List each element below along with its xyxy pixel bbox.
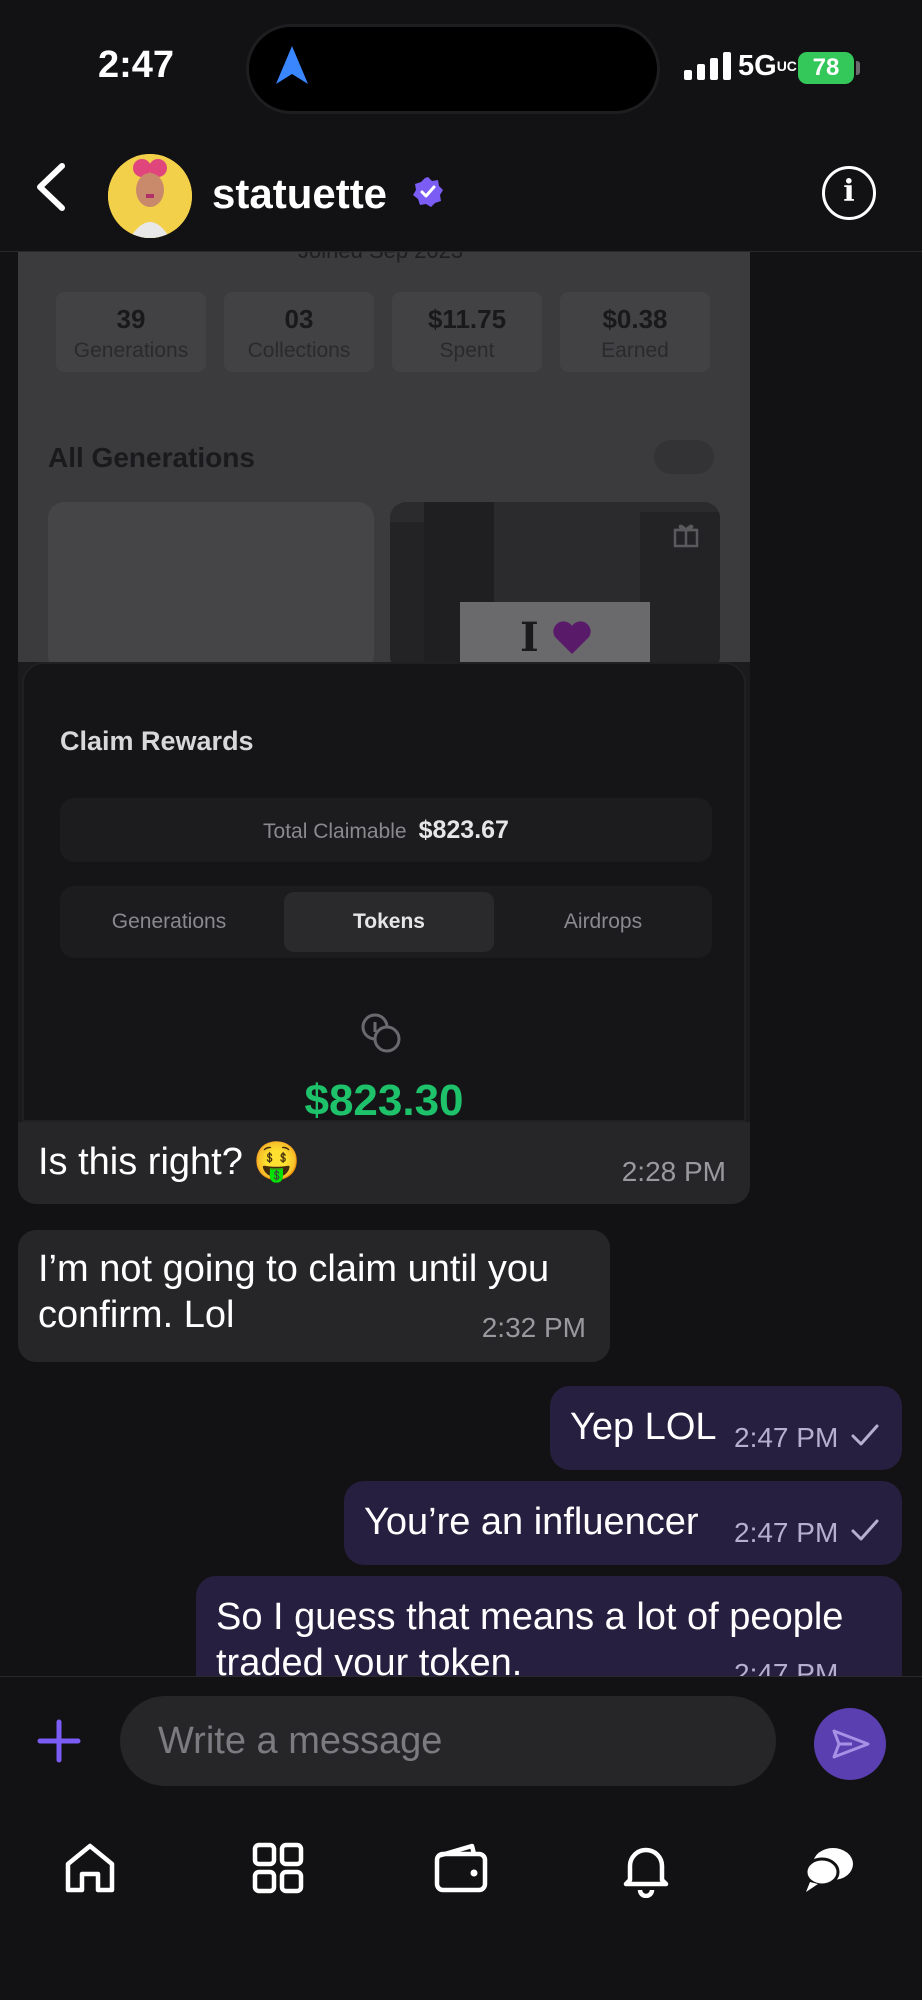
tab-airdrops: Airdrops xyxy=(563,910,643,933)
claim-rewards-sheet: Claim Rewards Total Claimable $823.67 Gen… xyxy=(22,662,746,1122)
message-text: You’re an influencer xyxy=(364,1501,699,1543)
image-attachment[interactable]: Joined Sep 2023 39Generations 03Collecti… xyxy=(18,252,750,1122)
avatar[interactable] xyxy=(108,154,192,238)
status-time: 2:47 xyxy=(98,44,175,86)
message-text-line1: I’m not going to claim until you xyxy=(38,1248,550,1290)
view-toggle xyxy=(654,440,714,474)
generation-card xyxy=(48,502,374,672)
message-text-line1: So I guess that means a lot of people xyxy=(216,1596,844,1638)
reward-tabs: Generations Tokens Airdrops xyxy=(60,886,712,958)
coins-icon xyxy=(360,1012,402,1059)
wallet-icon[interactable] xyxy=(432,1840,490,1901)
message-time: 2:28 PM xyxy=(621,1156,726,1187)
message-bubble-outgoing[interactable]: Yep LOL 2:47 PM xyxy=(550,1386,902,1470)
verified-badge-icon xyxy=(412,176,444,213)
stat-spent: $11.75 Spent xyxy=(392,292,542,372)
tab-tokens: Tokens xyxy=(284,892,494,952)
message-bubble-incoming[interactable]: Is this right? 🤑 2:28 PM xyxy=(18,1122,750,1204)
network-label: 5GUC xyxy=(738,50,797,82)
grid-icon[interactable] xyxy=(250,1840,306,1901)
tab-generations: Generations xyxy=(111,910,227,933)
sent-check-icon xyxy=(850,1517,880,1548)
sent-check-icon xyxy=(850,1422,880,1453)
message-time: 2:47 PM xyxy=(734,1422,839,1453)
battery-tip xyxy=(856,61,860,75)
message-bubble-outgoing[interactable]: You’re an influencer 2:47 PM xyxy=(344,1481,902,1565)
battery-indicator: 78 xyxy=(798,52,854,84)
profile-screenshot-background: Joined Sep 2023 39Generations 03Collecti… xyxy=(18,252,750,672)
stat-earned: $0.38 Earned xyxy=(560,292,710,372)
generation-card: I xyxy=(390,502,720,672)
message-bubble-incoming[interactable]: I’m not going to claim until you confirm… xyxy=(18,1230,610,1362)
back-button[interactable] xyxy=(32,160,72,219)
gift-icon xyxy=(672,520,700,553)
chat-title: statuette xyxy=(212,170,388,217)
message-time: 2:47 PM xyxy=(734,1517,839,1548)
info-button[interactable]: i xyxy=(822,166,876,220)
chat-icon[interactable] xyxy=(802,1840,858,1901)
claim-rewards-title: Claim Rewards xyxy=(60,726,254,756)
signal-icon xyxy=(684,52,731,80)
token-amount: $823.30 xyxy=(304,1076,464,1122)
message-text-line2: confirm. Lol xyxy=(38,1294,235,1336)
location-arrow-icon xyxy=(276,46,308,89)
message-input[interactable]: Write a message xyxy=(120,1696,776,1786)
stat-collections: 03 Collections xyxy=(224,292,374,372)
bell-icon[interactable] xyxy=(618,1840,674,1903)
dynamic-island xyxy=(246,24,660,114)
all-generations-heading: All Generations xyxy=(48,442,255,473)
home-icon[interactable] xyxy=(62,1840,118,1901)
joined-label: Joined Sep 2023 xyxy=(298,252,463,264)
send-button[interactable] xyxy=(814,1708,886,1780)
message-text: Yep LOL xyxy=(570,1406,717,1448)
total-claimable: Total Claimable $823.67 xyxy=(60,798,712,862)
add-attachment-button[interactable] xyxy=(36,1718,82,1769)
message-time: 2:32 PM xyxy=(481,1312,586,1343)
stat-generations: 39 Generations xyxy=(56,292,206,372)
message-text: Is this right? 🤑 xyxy=(38,1141,301,1183)
